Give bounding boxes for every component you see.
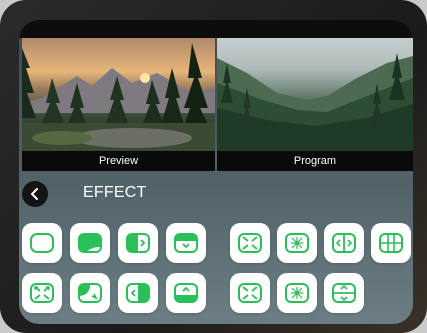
program-monitor[interactable] — [217, 38, 413, 151]
effect-button-zoom-out-corners[interactable] — [22, 273, 62, 313]
split-horizontal-icon — [332, 233, 356, 253]
effect-button-zoom-center-2[interactable] — [277, 273, 317, 313]
effect-button-slide-up[interactable] — [166, 273, 206, 313]
back-button[interactable] — [22, 181, 48, 207]
split-vertical-icon — [332, 283, 356, 303]
program-label: Program — [217, 151, 413, 171]
top-bar — [19, 20, 413, 38]
zoom-in-corners-icon — [238, 283, 262, 303]
preview-image — [22, 43, 215, 151]
split-arrow-left-icon — [126, 283, 150, 303]
slide-up-icon — [174, 283, 198, 303]
device-screen: Preview Program EFFECT — [19, 20, 413, 324]
split-quad-icon — [379, 233, 403, 253]
effect-button-split-quad[interactable] — [371, 223, 411, 263]
effect-button-zoom-in-corners-2[interactable] — [230, 273, 270, 313]
effect-button-slide-down[interactable] — [166, 223, 206, 263]
zoom-center-icon — [285, 283, 309, 303]
slide-down-icon — [174, 233, 198, 253]
effect-button-zoom-center[interactable] — [277, 223, 317, 263]
effect-button-split-vertical[interactable] — [324, 273, 364, 313]
program-image — [217, 53, 413, 151]
zoom-in-corners-icon — [238, 233, 262, 253]
effect-button-rounded-frame[interactable] — [22, 223, 62, 263]
effect-title: EFFECT — [83, 184, 147, 201]
wipe-corner-icon — [78, 283, 102, 303]
effect-button-zoom-in-corners[interactable] — [230, 223, 270, 263]
effect-button-split-arrow-right[interactable] — [118, 223, 158, 263]
zoom-center-icon — [285, 233, 309, 253]
preview-label: Preview — [22, 151, 215, 171]
preview-monitor[interactable] — [22, 38, 215, 151]
effect-button-split-arrow-left[interactable] — [118, 273, 158, 313]
corner-fill-icon — [78, 233, 102, 253]
chevron-left-icon — [31, 188, 38, 200]
rounded-frame-icon — [30, 233, 54, 253]
effect-button-wipe-corner[interactable] — [70, 273, 110, 313]
split-arrow-right-icon — [126, 233, 150, 253]
effect-button-split-horizontal[interactable] — [324, 223, 364, 263]
zoom-out-corners-icon — [30, 283, 54, 303]
effect-button-corner-fill[interactable] — [70, 223, 110, 263]
